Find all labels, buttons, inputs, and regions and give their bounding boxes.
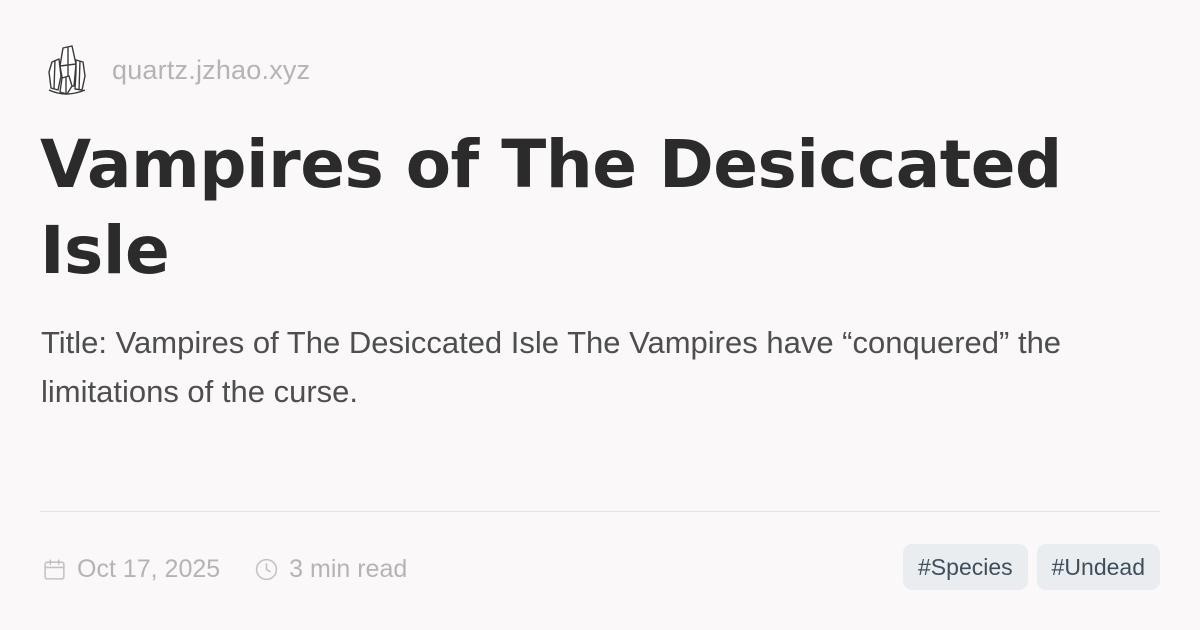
clock-icon bbox=[255, 558, 278, 580]
divider bbox=[40, 511, 1160, 512]
page-meta: Oct 17, 2025 3 min read bbox=[42, 548, 407, 590]
calendar-icon bbox=[44, 558, 65, 580]
og-card: quartz.jzhao.xyz Vampires of The Desicca… bbox=[0, 0, 1200, 630]
site-header: quartz.jzhao.xyz bbox=[46, 40, 310, 100]
tag-undead[interactable]: #Undead bbox=[1036, 544, 1160, 590]
page-description: Title: Vampires of The Desiccated Isle T… bbox=[41, 325, 1062, 409]
site-name[interactable]: quartz.jzhao.xyz bbox=[112, 55, 310, 86]
publish-date: Oct 17, 2025 bbox=[42, 555, 220, 584]
tag-list: #Species #Undead bbox=[903, 544, 1160, 590]
tag-species[interactable]: #Species bbox=[903, 544, 1028, 590]
page-title: Vampires of The Desiccated Isle bbox=[40, 126, 1062, 289]
reading-time-text: 3 min read bbox=[289, 554, 408, 583]
crystal-cluster-icon bbox=[48, 45, 86, 95]
reading-time: 3 min read bbox=[254, 555, 407, 584]
publish-date-text: Oct 17, 2025 bbox=[77, 554, 221, 583]
